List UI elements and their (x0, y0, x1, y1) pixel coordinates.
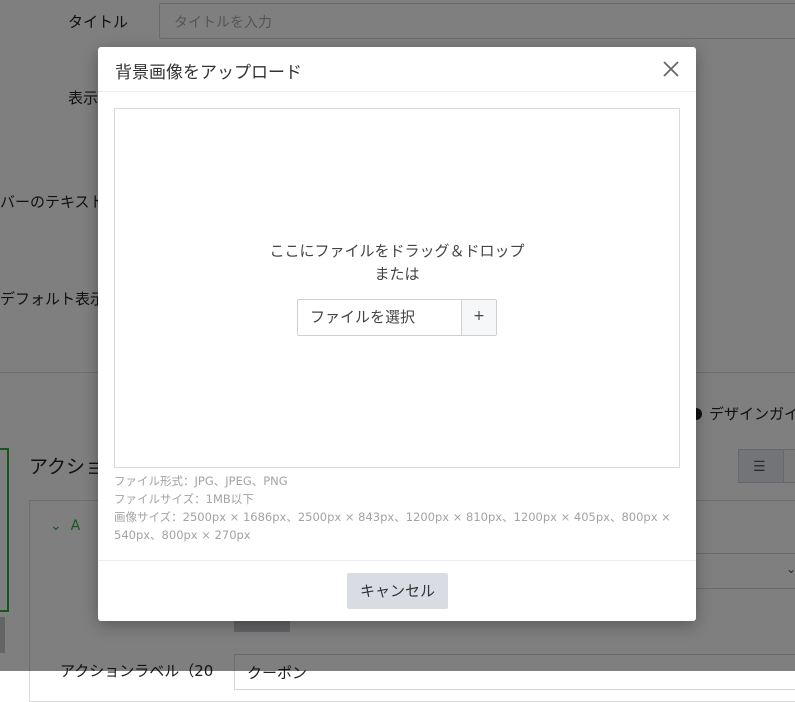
upload-requirements: ファイル形式：JPG、JPEG、PNG ファイルサイズ：1MB以下 画像サイズ：… (114, 472, 680, 544)
upload-background-modal: 背景画像をアップロード ここにファイルをドラッグ＆ドロップ または ファイルを選… (98, 47, 696, 621)
file-size-note: ファイルサイズ：1MB以下 (114, 492, 254, 506)
modal-footer: キャンセル (98, 560, 696, 621)
file-format-note: ファイル形式：JPG、JPEG、PNG (114, 474, 288, 488)
close-button[interactable] (660, 58, 682, 80)
file-select-button[interactable]: ファイルを選択 (298, 300, 462, 335)
dropzone-instruction: ここにファイルをドラッグ＆ドロップ (269, 242, 525, 260)
cancel-button[interactable]: キャンセル (347, 573, 448, 609)
file-add-button[interactable]: + (462, 300, 496, 335)
image-size-note: 画像サイズ：2500px × 1686px、2500px × 843px、120… (114, 510, 671, 542)
modal-title: 背景画像をアップロード (115, 63, 302, 83)
close-icon (663, 61, 679, 77)
file-select-group: ファイルを選択 + (297, 299, 497, 336)
file-dropzone[interactable]: ここにファイルをドラッグ＆ドロップ または ファイルを選択 + (114, 108, 680, 468)
dropzone-or: または (374, 265, 420, 283)
modal-header: 背景画像をアップロード (98, 47, 696, 92)
